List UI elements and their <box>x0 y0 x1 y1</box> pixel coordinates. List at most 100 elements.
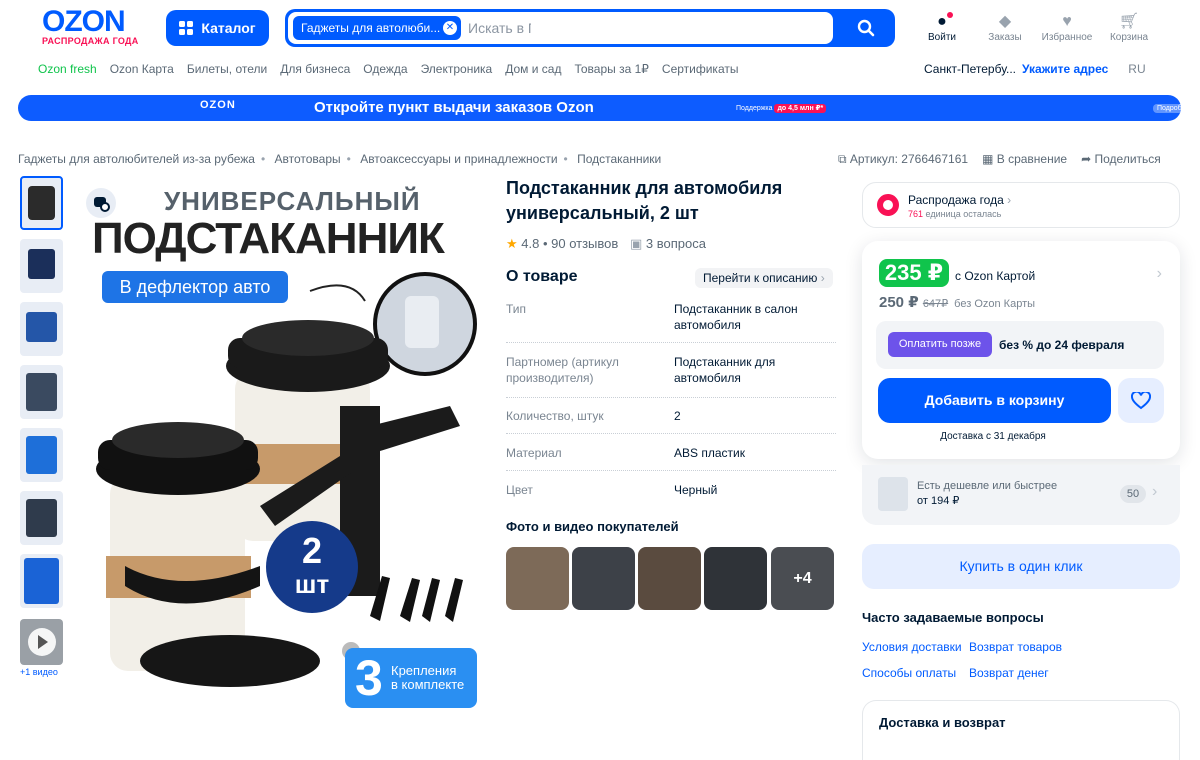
customer-photo[interactable] <box>704 547 767 610</box>
language-selector[interactable]: RU <box>1128 62 1145 76</box>
banner-title: Откройте пункт выдачи заказов Ozon <box>314 99 594 116</box>
add-to-favorites-button[interactable] <box>1118 378 1164 423</box>
nav-item-certificates[interactable]: Сертификаты <box>662 62 739 78</box>
faq-link-payment[interactable]: Способы оплаты <box>862 666 956 680</box>
sale-widget[interactable]: Распродажа года › 761 единица осталась <box>862 182 1180 228</box>
customer-photo[interactable] <box>506 547 569 610</box>
faq-link-delivery[interactable]: Условия доставки <box>862 640 962 654</box>
delivery-returns-section[interactable]: Доставка и возврат <box>862 700 1180 760</box>
search-category-chip[interactable]: Гаджеты для автолюби... ✕ <box>293 16 461 40</box>
offers-count-badge: 50 <box>1120 485 1146 503</box>
product-main-image[interactable]: УНИВЕРСАЛЬНЫЙ ПОДСТАКАННИК В дефлектор а… <box>70 176 495 716</box>
nav-item-tickets[interactable]: Билеты, отели <box>187 62 267 78</box>
nav-item-ozon-fresh[interactable]: Ozon fresh <box>38 62 97 78</box>
spec-value: ABS пластик <box>674 446 745 460</box>
gallery-thumb[interactable] <box>20 176 63 230</box>
nav-item-1rub[interactable]: Товары за 1₽ <box>574 62 648 78</box>
catalog-button[interactable]: Каталог <box>166 10 269 46</box>
video-count-label[interactable]: +1 видео <box>20 667 58 677</box>
search-input[interactable]: Гаджеты для автолюби... ✕ Искать в Гадже… <box>288 12 833 44</box>
banner-more-button[interactable]: Подробнее <box>1153 104 1181 113</box>
gallery-thumb[interactable] <box>20 239 63 293</box>
buy-one-click-button[interactable]: Купить в один клик <box>862 544 1180 589</box>
breadcrumb-item[interactable]: Автоаксессуары и принадлежности <box>360 152 557 166</box>
faq-link-refund[interactable]: Возврат денег <box>969 666 1049 680</box>
nav-item-electronics[interactable]: Электроника <box>421 62 493 78</box>
nav-item-business[interactable]: Для бизнеса <box>280 62 350 78</box>
faq-heading: Часто задаваемые вопросы <box>862 610 1044 625</box>
pay-later-button[interactable]: Оплатить позже <box>888 332 992 357</box>
customer-photo[interactable] <box>572 547 635 610</box>
card-price: 235 ₽ <box>879 259 949 287</box>
chevron-right-icon[interactable]: › <box>1157 265 1162 283</box>
customer-photo[interactable] <box>638 547 701 610</box>
sale-title: Распродажа года › <box>908 193 1012 207</box>
gallery-thumb[interactable] <box>20 428 63 482</box>
spec-value: Подстаканник в салон автомобиля <box>674 302 798 332</box>
share-button[interactable]: ➦ Поделиться <box>1081 152 1161 167</box>
ozon-logo[interactable]: OZON РАСПРОДАЖА ГОДА <box>42 7 150 48</box>
questions-link[interactable]: 3 вопроса <box>646 236 706 251</box>
close-icon[interactable]: ✕ <box>443 21 457 35</box>
star-icon: ★ <box>506 236 518 251</box>
gallery-thumb[interactable] <box>20 302 63 356</box>
cart-button[interactable]: 🛒︎ Корзина <box>1107 12 1151 43</box>
orders-button[interactable]: ◆ Заказы <box>983 12 1027 43</box>
price-card: 235 ₽ с Ozon Картой › 250 ₽ 647₽ без Ozon… <box>862 241 1180 459</box>
card-price-label: с Ozon Картой <box>955 269 1036 283</box>
location-bar: Санкт-Петербу... Укажите адрес RU <box>924 62 1146 76</box>
gallery-thumb[interactable] <box>20 365 63 419</box>
cheaper-options[interactable]: Есть дешевле или быстрее от 194 ₽ 50 › <box>862 465 1180 525</box>
sale-ring-icon <box>877 194 899 216</box>
spec-key: Количество, штук <box>506 409 604 423</box>
compare-button[interactable]: ▦ В сравнение <box>982 152 1067 167</box>
nav-item-ozon-card[interactable]: Ozon Карта <box>110 62 174 78</box>
heart-icon <box>1131 391 1151 409</box>
top-nav: Ozon fresh Ozon Карта Билеты, отели Для … <box>38 62 738 78</box>
share-icon: ➦ <box>1081 152 1095 166</box>
video-thumb[interactable] <box>20 619 63 665</box>
rating-link[interactable]: 4.8 • 90 отзывов <box>521 236 618 251</box>
spec-key: Партномер (артикул производителя) <box>506 355 619 385</box>
no-card-label: без Ozon Карты <box>954 298 1036 310</box>
regular-price: 250 ₽ 647₽ без Ozon Карты <box>879 294 1036 311</box>
breadcrumb-item[interactable]: Подстаканники <box>577 152 661 166</box>
more-photos-button[interactable]: +4 <box>771 547 834 610</box>
login-button[interactable]: ● Войти <box>920 12 964 43</box>
search-chip-label: Гаджеты для автолюби... <box>301 21 441 35</box>
quantity-badge: 2 шт <box>266 521 358 613</box>
login-label: Войти <box>928 32 956 43</box>
promo-banner[interactable]: OZON Откройте пункт выдачи заказов Ozon … <box>18 95 1181 121</box>
cart-label: Корзина <box>1109 32 1149 43</box>
spec-row: Количество, штук 2 <box>506 408 836 434</box>
nav-item-clothes[interactable]: Одежда <box>363 62 407 78</box>
search-button[interactable] <box>840 12 892 44</box>
compare-icon: ▦ <box>982 152 997 166</box>
user-icon: ● <box>920 12 964 32</box>
cart-icon: 🛒︎ <box>1118 13 1140 30</box>
goto-description-button[interactable]: Перейти к описанию › <box>695 268 833 288</box>
search-bar: Гаджеты для автолюби... ✕ Искать в Гадже… <box>285 9 895 47</box>
nav-item-home[interactable]: Дом и сад <box>505 62 561 78</box>
gallery-thumb[interactable] <box>20 554 63 608</box>
breadcrumb-item[interactable]: Автотовары <box>275 152 341 166</box>
add-to-cart-button[interactable]: Добавить в корзину <box>878 378 1111 423</box>
spec-value: 2 <box>674 409 681 423</box>
banner-logo: OZON <box>200 99 236 111</box>
gallery-thumb[interactable] <box>20 491 63 545</box>
faq-link-returns[interactable]: Возврат товаров <box>969 640 1062 654</box>
breadcrumb-item[interactable]: Гаджеты для автолюбителей из-за рубежа <box>18 152 255 166</box>
customer-photos-heading: Фото и видео покупателей <box>506 519 679 534</box>
address-link[interactable]: Укажите адрес <box>1022 62 1108 76</box>
city-selector[interactable]: Санкт-Петербу... <box>924 62 1016 76</box>
catalog-label: Каталог <box>201 20 256 36</box>
spec-row: Партномер (артикул производителя) Подста… <box>506 354 836 398</box>
favorites-button[interactable]: ♥ Избранное <box>1039 12 1095 43</box>
breadcrumb: Гаджеты для автолюбителей из-за рубежа • … <box>18 152 662 166</box>
spec-value: Черный <box>674 483 718 497</box>
badge-unit: шт <box>294 569 330 599</box>
badge-count: 2 <box>301 530 323 571</box>
play-icon <box>38 635 48 649</box>
article-copy[interactable]: ⧉ Артикул: 2766467161 <box>838 152 968 167</box>
mounts-badge: 3 Крепления в комплекте <box>345 648 477 708</box>
